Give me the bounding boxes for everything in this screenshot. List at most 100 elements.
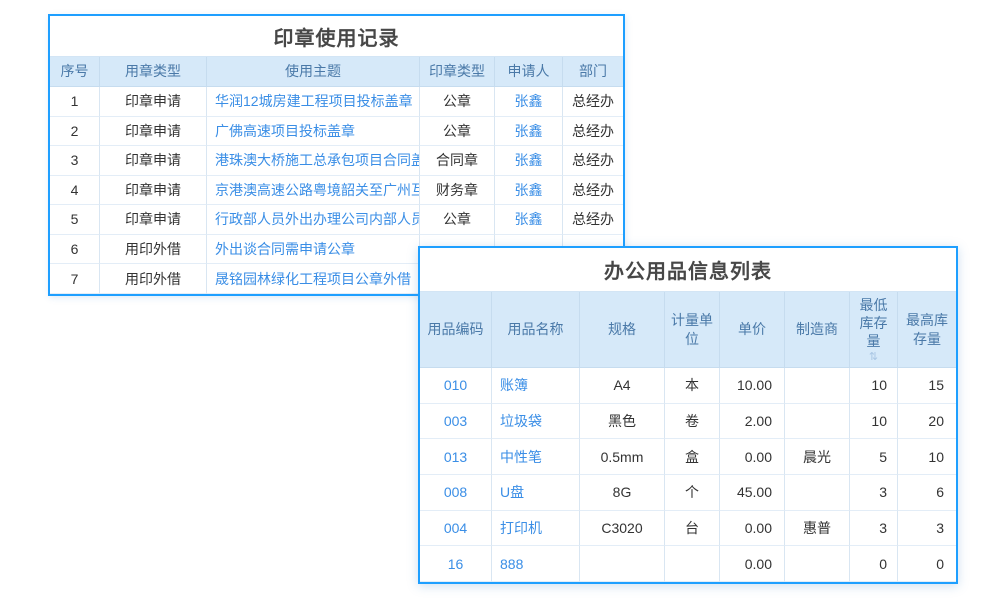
col-header-price: 单价	[720, 292, 785, 368]
applicant-link[interactable]: 张鑫	[495, 205, 563, 235]
item-unit: 卷	[665, 404, 720, 440]
usage-type: 用印外借	[100, 264, 207, 294]
col-header-no: 序号	[50, 57, 100, 87]
office-supplies-panel: 办公用品信息列表 用品编码 用品名称 规格 计量单位 单价 制造商 最低库存量 …	[418, 246, 958, 584]
item-spec: 8G	[580, 475, 665, 511]
col-header-spec: 规格	[580, 292, 665, 368]
applicant-link[interactable]: 张鑫	[495, 87, 563, 117]
subject-link[interactable]: 晟铭园林绿化工程项目公章外借	[207, 264, 420, 294]
usage-type: 用印外借	[100, 235, 207, 265]
item-min-stock: 10	[850, 404, 898, 440]
row-no: 3	[50, 146, 100, 176]
dept: 总经办	[563, 117, 623, 147]
row-no: 4	[50, 176, 100, 206]
usage-type: 印章申请	[100, 205, 207, 235]
item-unit: 本	[665, 368, 720, 404]
item-name-link[interactable]: 中性笔	[492, 439, 580, 475]
subject-link[interactable]: 港珠澳大桥施工总承包项目合同盖章	[207, 146, 420, 176]
seal-panel-title: 印章使用记录	[50, 16, 623, 57]
seal-type: 财务章	[420, 176, 495, 206]
item-maker	[785, 546, 850, 582]
row-no: 7	[50, 264, 100, 294]
usage-type: 印章申请	[100, 146, 207, 176]
sort-icon[interactable]: ⇅	[869, 352, 878, 363]
item-name-link[interactable]: 垃圾袋	[492, 404, 580, 440]
seal-type: 公章	[420, 87, 495, 117]
col-header-maker: 制造商	[785, 292, 850, 368]
col-header-usage-type: 用章类型	[100, 57, 207, 87]
item-code-link[interactable]: 010	[420, 368, 492, 404]
item-min-stock: 3	[850, 475, 898, 511]
item-unit: 盒	[665, 439, 720, 475]
subject-link[interactable]: 广佛高速项目投标盖章	[207, 117, 420, 147]
col-header-subject: 使用主题	[207, 57, 420, 87]
item-code-link[interactable]: 003	[420, 404, 492, 440]
item-name-link[interactable]: 打印机	[492, 511, 580, 547]
item-price: 0.00	[720, 439, 785, 475]
seal-type: 合同章	[420, 146, 495, 176]
item-spec: 黑色	[580, 404, 665, 440]
col-header-unit: 计量单位	[665, 292, 720, 368]
row-no: 6	[50, 235, 100, 265]
item-name-link[interactable]: 888	[492, 546, 580, 582]
col-header-dept: 部门	[563, 57, 623, 87]
item-unit: 台	[665, 511, 720, 547]
item-price: 2.00	[720, 404, 785, 440]
subject-link[interactable]: 行政部人员外出办理公司内部人员社	[207, 205, 420, 235]
item-code-link[interactable]: 008	[420, 475, 492, 511]
subject-link[interactable]: 华润12城房建工程项目投标盖章	[207, 87, 420, 117]
applicant-link[interactable]: 张鑫	[495, 117, 563, 147]
dept: 总经办	[563, 176, 623, 206]
item-name-link[interactable]: 账簿	[492, 368, 580, 404]
dept: 总经办	[563, 87, 623, 117]
row-no: 1	[50, 87, 100, 117]
item-code-link[interactable]: 16	[420, 546, 492, 582]
item-max-stock: 15	[898, 368, 956, 404]
row-no: 5	[50, 205, 100, 235]
col-header-applicant: 申请人	[495, 57, 563, 87]
item-min-stock: 0	[850, 546, 898, 582]
item-maker: 晨光	[785, 439, 850, 475]
item-price: 0.00	[720, 546, 785, 582]
subject-link[interactable]: 京港澳高速公路粤境韶关至广州互通	[207, 176, 420, 206]
office-supplies-table: 用品编码 用品名称 规格 计量单位 单价 制造商 最低库存量 ⇅ 最高库存量 0…	[420, 292, 956, 582]
item-code-link[interactable]: 013	[420, 439, 492, 475]
min-stock-label: 最低库存量	[853, 296, 894, 351]
item-unit: 个	[665, 475, 720, 511]
item-min-stock: 5	[850, 439, 898, 475]
usage-type: 印章申请	[100, 117, 207, 147]
seal-type: 公章	[420, 117, 495, 147]
item-spec: C3020	[580, 511, 665, 547]
item-min-stock: 3	[850, 511, 898, 547]
col-header-seal-type: 印章类型	[420, 57, 495, 87]
usage-type: 印章申请	[100, 87, 207, 117]
supplies-panel-title: 办公用品信息列表	[420, 248, 956, 292]
item-max-stock: 6	[898, 475, 956, 511]
item-maker	[785, 404, 850, 440]
item-price: 0.00	[720, 511, 785, 547]
subject-link[interactable]: 外出谈合同需申请公章	[207, 235, 420, 265]
row-no: 2	[50, 117, 100, 147]
item-unit	[665, 546, 720, 582]
item-maker	[785, 368, 850, 404]
item-price: 10.00	[720, 368, 785, 404]
item-max-stock: 20	[898, 404, 956, 440]
col-header-min-stock[interactable]: 最低库存量 ⇅	[850, 292, 898, 368]
item-min-stock: 10	[850, 368, 898, 404]
item-max-stock: 3	[898, 511, 956, 547]
seal-type: 公章	[420, 205, 495, 235]
col-header-item-name: 用品名称	[492, 292, 580, 368]
col-header-item-code: 用品编码	[420, 292, 492, 368]
item-spec: A4	[580, 368, 665, 404]
item-maker: 惠普	[785, 511, 850, 547]
usage-type: 印章申请	[100, 176, 207, 206]
item-spec: 0.5mm	[580, 439, 665, 475]
col-header-max-stock: 最高库存量	[898, 292, 956, 368]
item-max-stock: 10	[898, 439, 956, 475]
dept: 总经办	[563, 146, 623, 176]
item-maker	[785, 475, 850, 511]
applicant-link[interactable]: 张鑫	[495, 176, 563, 206]
applicant-link[interactable]: 张鑫	[495, 146, 563, 176]
item-name-link[interactable]: U盘	[492, 475, 580, 511]
item-code-link[interactable]: 004	[420, 511, 492, 547]
